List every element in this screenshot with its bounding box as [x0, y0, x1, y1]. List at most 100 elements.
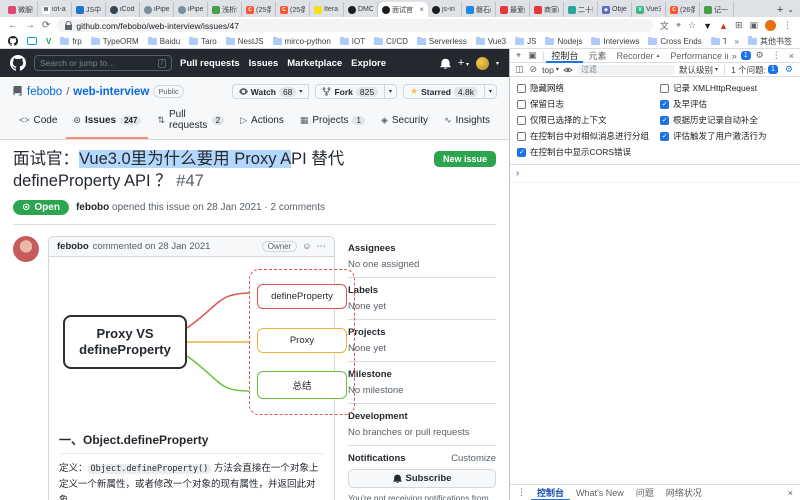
bookmark-folder[interactable]: Nodejs: [545, 36, 582, 46]
context-dropdown[interactable]: top ▾: [542, 65, 559, 75]
console-sidebar-icon[interactable]: ◫: [514, 64, 525, 75]
bookmark-folder[interactable]: Serverless: [416, 36, 467, 46]
repo-owner-link[interactable]: febobo: [27, 86, 62, 98]
devtools-checkbox[interactable]: 及早评估: [660, 98, 793, 110]
bookmark-folder[interactable]: Taro: [189, 36, 217, 46]
browser-tab[interactable]: C (25条: [276, 2, 310, 17]
browser-tab[interactable]: ◆ Obje: [598, 2, 632, 17]
github-logo-icon[interactable]: [10, 55, 26, 71]
problems-count[interactable]: 1 个问题: 1: [731, 64, 778, 76]
clear-console-icon[interactable]: ⊘: [529, 64, 539, 75]
tab-close-icon[interactable]: ×: [419, 5, 424, 14]
customize-link[interactable]: Customize: [451, 453, 496, 464]
projects-section[interactable]: Projects None yet: [348, 320, 496, 362]
reload-button[interactable]: ⟳: [42, 20, 50, 31]
smiley-reaction-icon[interactable]: ☺: [302, 241, 311, 251]
browser-tab[interactable]: 最爱的: [496, 2, 530, 17]
other-bookmarks[interactable]: 其他书签: [748, 35, 792, 47]
forward-button[interactable]: →: [25, 20, 35, 31]
fork-button[interactable]: Fork 825: [315, 84, 386, 99]
browser-tab[interactable]: Itera: [310, 2, 344, 17]
browser-tab[interactable]: DMC: [344, 2, 378, 17]
extension-icon[interactable]: ⌖: [676, 20, 681, 31]
repo-name-link[interactable]: web-interview: [73, 86, 149, 98]
new-tab-button[interactable]: +: [777, 4, 783, 16]
repo-tab[interactable]: <> Code: [12, 105, 64, 139]
devtools-checkbox[interactable]: 隐藏网络: [517, 82, 650, 94]
bilibili-bookmark-icon[interactable]: [27, 37, 37, 45]
extension-icon[interactable]: ▲: [719, 21, 728, 31]
menu-kebab-icon[interactable]: ⋮: [783, 20, 792, 31]
devtools-checkbox[interactable]: 仅限已选择的上下文: [517, 114, 650, 126]
star-button[interactable]: ★ Starred 4.8k: [403, 84, 485, 99]
user-avatar[interactable]: [475, 56, 489, 70]
bookmark-folder[interactable]: JS: [515, 36, 536, 46]
extension-icon[interactable]: ▼: [703, 21, 712, 31]
subscribe-button[interactable]: Subscribe: [348, 468, 496, 488]
browser-tab[interactable]: 面试官 ×: [378, 2, 428, 17]
milestone-section[interactable]: Milestone No milestone: [348, 362, 496, 404]
console-prompt[interactable]: ›: [510, 165, 800, 183]
comment-kebab-icon[interactable]: ⋯: [317, 241, 327, 252]
address-bar[interactable]: github.com/febobo/web-interview/issues/4…: [57, 19, 653, 32]
devtools-tab[interactable]: 控制台: [546, 49, 583, 63]
bookmark-folder[interactable]: Interviews: [591, 36, 639, 46]
drawer-kebab-icon[interactable]: ⋮: [514, 487, 529, 498]
translate-icon[interactable]: 文: [660, 19, 669, 32]
devtools-checkbox[interactable]: 在控制台中显示CORS错误: [517, 146, 650, 158]
devtools-tab[interactable]: Performance insights ▲: [665, 49, 727, 63]
drawer-close-icon[interactable]: ×: [785, 488, 796, 498]
issues-counter-badge[interactable]: 1: [740, 51, 751, 60]
browser-tab[interactable]: 二十!: [564, 2, 598, 17]
github-nav-item[interactable]: Marketplace: [287, 58, 342, 69]
back-button[interactable]: ←: [8, 20, 18, 31]
repo-tab[interactable]: ◈ Security: [374, 105, 435, 139]
profile-avatar[interactable]: [765, 20, 776, 31]
drawer-tab[interactable]: 网络状况: [660, 485, 708, 500]
bookmark-folder[interactable]: Vue3: [475, 36, 506, 46]
inspect-element-icon[interactable]: ⌖: [513, 50, 524, 61]
github-search-input[interactable]: Search or jump to… /: [34, 55, 172, 71]
drawer-tab[interactable]: 问题: [630, 485, 660, 500]
bookmark-folder[interactable]: NestJS: [225, 36, 264, 46]
github-nav-item[interactable]: Issues: [249, 58, 279, 69]
comment-avatar[interactable]: [13, 235, 39, 262]
devtools-kebab-icon[interactable]: ⋮: [769, 50, 784, 61]
repo-tab[interactable]: ∿ Insights: [437, 105, 497, 139]
browser-tab[interactable]: 微服!: [4, 2, 38, 17]
labels-section[interactable]: Labels None yet: [348, 278, 496, 320]
watch-button[interactable]: Watch 68 ▾: [231, 84, 310, 99]
browser-tab[interactable]: js-in: [428, 2, 462, 17]
bookmark-folder[interactable]: frp: [60, 36, 82, 46]
browser-tab[interactable]: 浅析!: [208, 2, 242, 17]
bookmark-folder[interactable]: TypeORM: [90, 36, 139, 46]
browser-tab[interactable]: iPipe: [140, 2, 174, 17]
device-toolbar-icon[interactable]: ▣: [525, 50, 540, 61]
browser-tab[interactable]: W iot-a: [38, 2, 72, 17]
devtools-tab[interactable]: Recorder ▲: [611, 49, 665, 63]
browser-tab[interactable]: C (26条: [666, 2, 700, 17]
comment-author[interactable]: febobo: [57, 241, 89, 252]
console-settings-gear-icon[interactable]: ⚙: [782, 64, 796, 75]
repo-tab[interactable]: ⇅ Pull requests 2: [150, 105, 231, 139]
bookmark-folder[interactable]: CI/CD: [374, 36, 408, 46]
repo-tab[interactable]: ⊙ Issues 247: [66, 105, 149, 139]
browser-tab[interactable]: V Vue3: [632, 2, 666, 17]
devtools-checkbox[interactable]: 评估触发了用户激活行为: [660, 130, 793, 142]
repo-tab[interactable]: ▦ Projects 1: [293, 105, 372, 139]
vue-bookmark-icon[interactable]: V: [46, 37, 51, 46]
log-levels-dropdown[interactable]: 默认级别 ▾: [679, 64, 718, 76]
bookmarks-overflow-chevron[interactable]: »: [735, 37, 739, 46]
live-expression-eye-icon[interactable]: [563, 66, 573, 74]
github-nav-item[interactable]: Pull requests: [180, 58, 240, 69]
browser-tab[interactable]: C (25条: [242, 2, 276, 17]
bookmark-folder[interactable]: Cross Ends: [648, 36, 702, 46]
console-filter-input[interactable]: 过滤: [576, 64, 676, 75]
devtools-checkbox[interactable]: 记录 XMLHttpRequest: [660, 82, 793, 94]
settings-gear-icon[interactable]: ⚙: [753, 50, 767, 61]
fork-caret[interactable]: ▾: [385, 84, 398, 99]
bookmark-folder[interactable]: IOT: [339, 36, 365, 46]
devtools-checkbox[interactable]: 保留日志: [517, 98, 650, 110]
tab-search-chevron-icon[interactable]: ⌄: [787, 5, 796, 14]
devtools-tab[interactable]: 元素: [583, 49, 611, 63]
